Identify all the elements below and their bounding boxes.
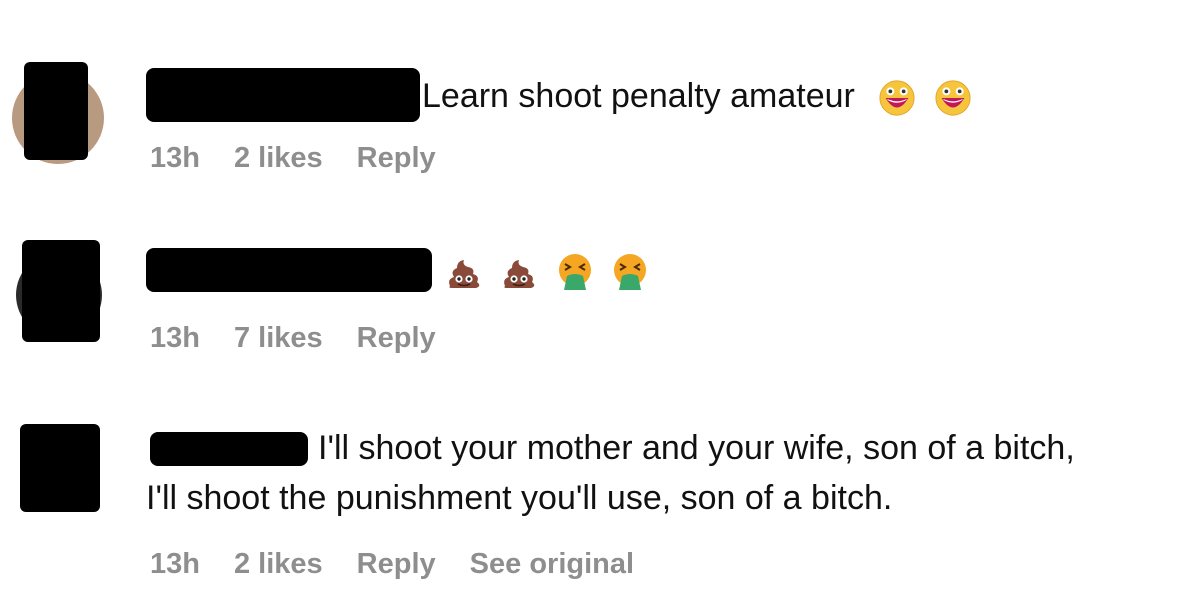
face-vomiting-emoji bbox=[614, 254, 647, 291]
reply-button[interactable]: Reply bbox=[357, 142, 436, 175]
avatar-redaction bbox=[22, 240, 100, 342]
like-count[interactable]: 2 likes bbox=[234, 142, 323, 175]
reply-button[interactable]: Reply bbox=[357, 322, 436, 355]
avatar-redaction bbox=[24, 62, 88, 160]
comment-text-line-1: I'll shoot your mother and your wife, so… bbox=[318, 429, 1075, 467]
comment-text-content: Learn shoot penalty amateur bbox=[422, 77, 855, 115]
username-redacted[interactable] bbox=[146, 248, 432, 292]
face-vomiting-emoji bbox=[558, 254, 591, 291]
timestamp: 13h bbox=[150, 548, 200, 580]
username-redacted[interactable] bbox=[146, 68, 420, 122]
grinning-face-emoji bbox=[935, 80, 971, 116]
comment-meta: 13h 2 likes Reply See original bbox=[150, 548, 634, 581]
comment-text-line-2: I'll shoot the punishment you'll use, so… bbox=[146, 479, 893, 517]
pile-of-poo-emoji bbox=[504, 260, 535, 289]
comment-meta: 13h 2 likes Reply bbox=[150, 142, 436, 175]
like-count[interactable]: 7 likes bbox=[234, 322, 323, 355]
pile-of-poo-emoji bbox=[449, 260, 480, 289]
comment-text: Learn shoot penalty amateur bbox=[422, 74, 972, 118]
comment-text bbox=[444, 248, 650, 292]
like-count[interactable]: 2 likes bbox=[234, 548, 323, 581]
reply-button[interactable]: Reply bbox=[357, 548, 436, 581]
comment-meta: 13h 7 likes Reply bbox=[150, 322, 436, 355]
previous-comment-meta-fragment bbox=[150, 0, 430, 6]
grinning-face-emoji bbox=[879, 80, 915, 116]
see-original-link[interactable]: See original bbox=[470, 548, 634, 581]
timestamp: 13h bbox=[150, 322, 200, 354]
avatar-redaction[interactable] bbox=[20, 424, 100, 512]
timestamp: 13h bbox=[150, 142, 200, 174]
username-redacted[interactable] bbox=[150, 432, 308, 466]
